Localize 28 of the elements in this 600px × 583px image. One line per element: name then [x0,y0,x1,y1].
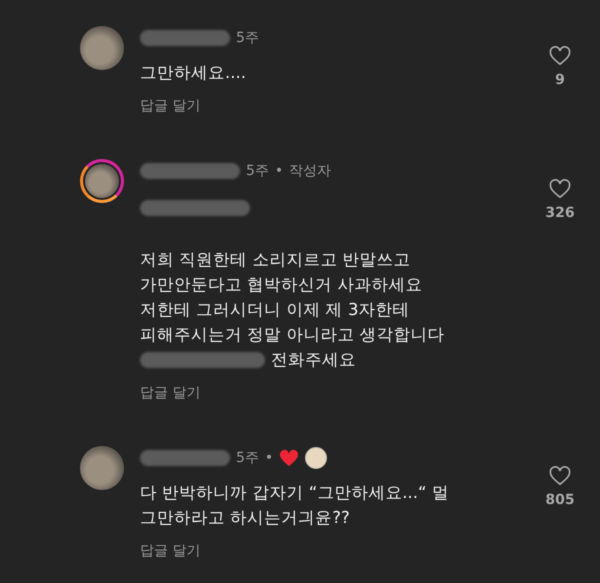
comment-time: 5주 [236,29,259,47]
comment-text: 그만하라고 하시는거긔윤?? [140,507,351,529]
separator-dot: • [274,163,284,179]
reply-link[interactable]: 답글 달기 [140,543,200,559]
comment-text: 피해주시는거 정말 아니라고 생각합니다 [140,324,446,346]
comment-text: 전화주세요 [271,349,356,371]
author-label: 작성자 [289,162,332,180]
comment-text: 저한테 그러시더니 이제 제 3자한테 [140,299,410,321]
like-count: 326 [545,205,575,221]
heart-icon[interactable] [549,179,571,199]
like-count: 9 [555,72,565,88]
heart-icon [279,449,300,467]
comment-text: 그만하세요.... [140,62,247,84]
heart-icon[interactable] [549,46,571,66]
comment-time: 5주 [236,449,259,467]
like-count: 805 [545,492,575,508]
comment-text: 가만안둔다고 협박하신거 사과하세요 [140,274,424,296]
reply-link[interactable]: 답글 달기 [140,98,200,114]
avatar[interactable] [80,26,124,70]
heart-icon[interactable] [549,466,571,486]
comment-text: 다 반박하니까 갑자기 “그만하세요...“ 멀 [140,482,450,504]
reply-link[interactable]: 답글 달기 [140,385,200,401]
comment-text: 저희 직원한테 소리지르고 반말쓰고 [140,249,412,271]
avatar[interactable] [80,159,124,203]
author-avatar [305,447,328,469]
avatar[interactable] [80,446,124,490]
comment-time: 5주 [246,162,269,180]
separator-dot: • [264,450,274,466]
